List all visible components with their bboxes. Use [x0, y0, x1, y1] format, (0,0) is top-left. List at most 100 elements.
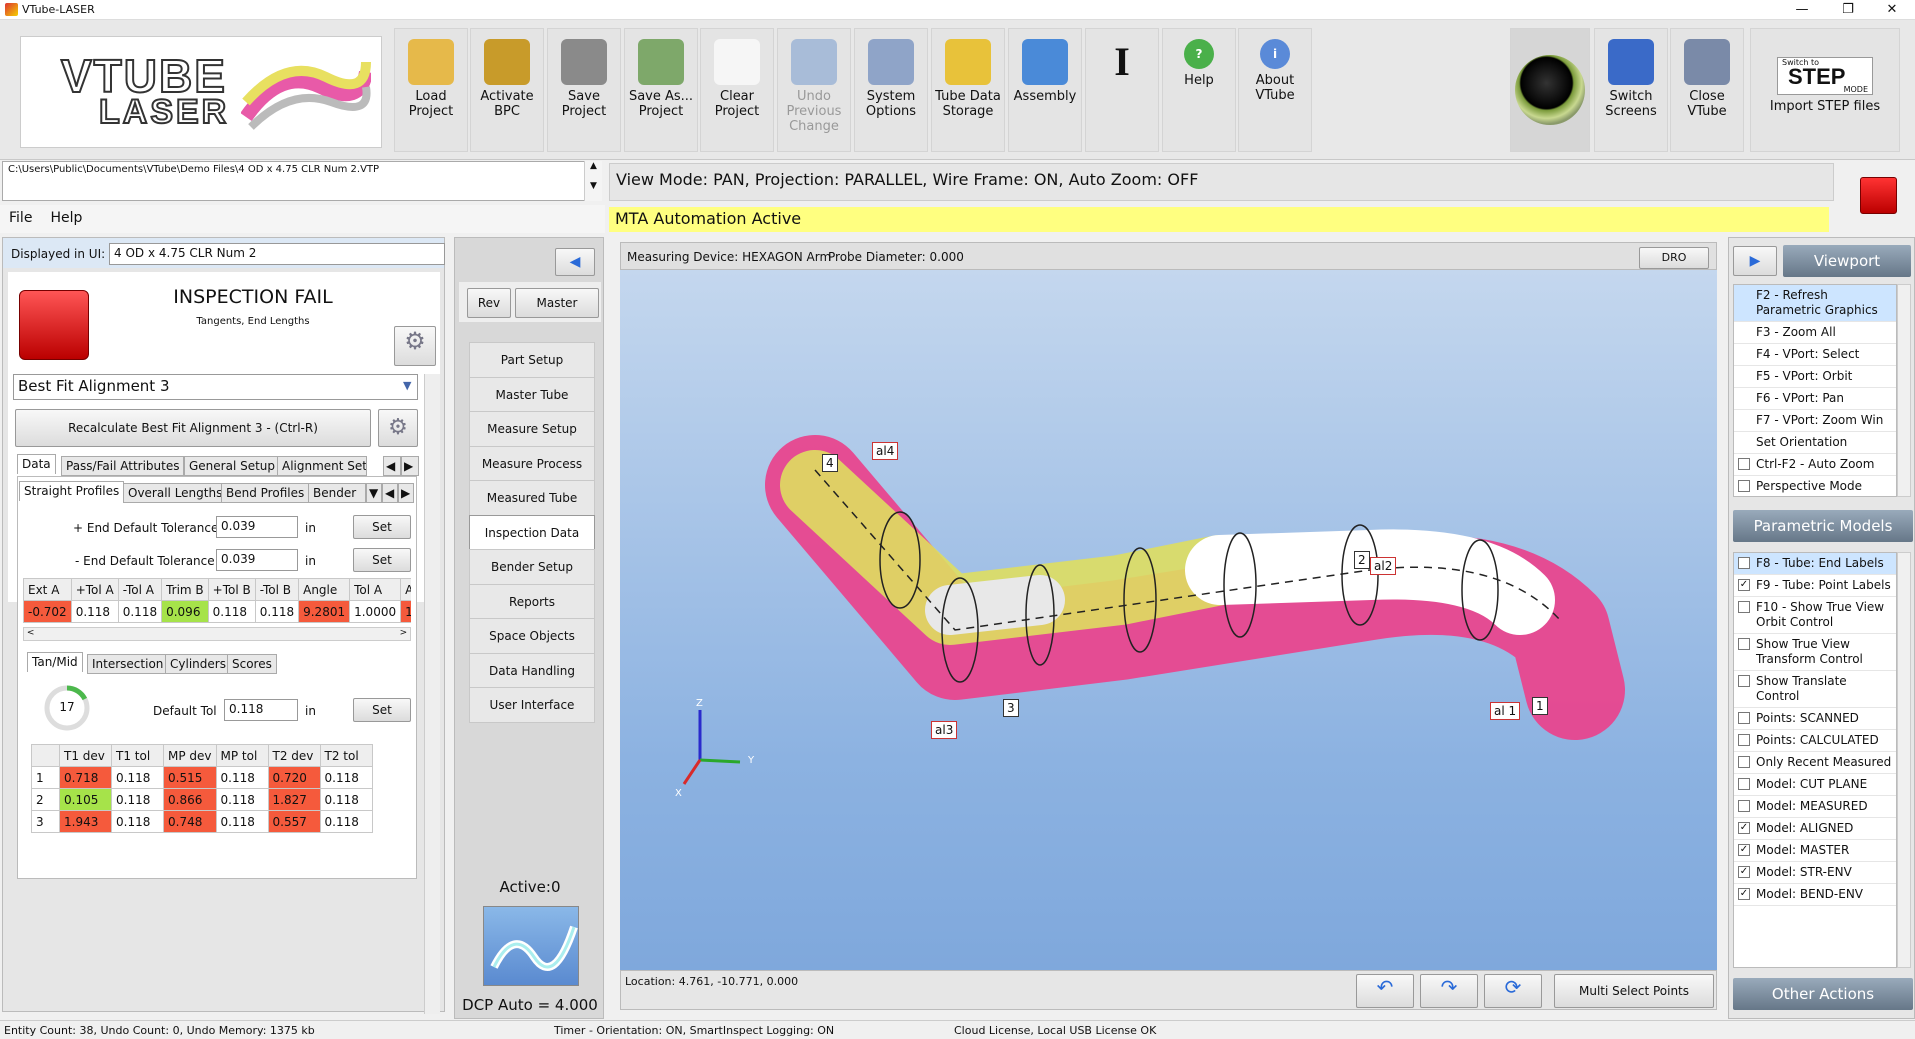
- stop-button[interactable]: [1860, 177, 1897, 214]
- dev-cell[interactable]: 0.748: [163, 810, 217, 833]
- checkbox[interactable]: [1738, 638, 1750, 650]
- dev-cell[interactable]: 2: [31, 788, 60, 811]
- tab-alignment-set[interactable]: Alignment Set: [277, 456, 367, 476]
- param-list-scrollbar[interactable]: [1897, 552, 1911, 968]
- checkbox[interactable]: ✓: [1738, 822, 1750, 834]
- checkbox[interactable]: [1738, 712, 1750, 724]
- list-item-f2-refresh-parametric-graphics[interactable]: F2 - Refresh Parametric Graphics: [1734, 285, 1896, 322]
- import-step-button[interactable]: Switch to STEP MODE Import STEP files: [1750, 28, 1900, 152]
- dev-cell[interactable]: 1.827: [267, 788, 321, 811]
- displayed-input[interactable]: 4 OD x 4.75 CLR Num 2: [109, 243, 445, 265]
- dev-cell[interactable]: 0.866: [163, 788, 217, 811]
- checkbox[interactable]: ✓: [1738, 579, 1750, 591]
- list-item-show-true-view-transform-control[interactable]: Show True View Transform Control: [1734, 634, 1896, 671]
- minus-tol-input[interactable]: 0.039: [216, 549, 298, 571]
- expand-button[interactable]: ▶: [1733, 246, 1777, 276]
- tab2-dropdown[interactable]: ▼: [366, 483, 382, 503]
- checkbox[interactable]: [1738, 734, 1750, 746]
- tab-cylinders[interactable]: Cylinders: [165, 654, 231, 674]
- measure-process-button[interactable]: Measure Process: [469, 445, 595, 482]
- load-project-button[interactable]: Load Project: [394, 28, 468, 152]
- alignment-select[interactable]: Best Fit Alignment 3: [13, 374, 418, 400]
- dro-button[interactable]: DRO: [1639, 247, 1709, 269]
- table-row[interactable]: 3 1.943 0.118 0.748 0.118 0.557 0.118: [31, 810, 373, 833]
- dev-cell[interactable]: 0.118: [111, 788, 164, 811]
- list-item-only-recent-measured[interactable]: Only Recent Measured: [1734, 752, 1896, 774]
- dev-cell[interactable]: 0.720: [267, 766, 321, 789]
- close-vtube-button[interactable]: Close VTube: [1670, 28, 1744, 152]
- dev-cell[interactable]: 0.118: [215, 766, 269, 789]
- end-cell[interactable]: 0.118: [70, 600, 119, 623]
- text-tool-button[interactable]: I: [1085, 28, 1159, 152]
- measured-tube-button[interactable]: Measured Tube: [469, 480, 595, 516]
- list-item-model-master[interactable]: ✓ Model: MASTER: [1734, 840, 1896, 862]
- master-tube-button[interactable]: Master Tube: [469, 376, 595, 413]
- checkbox[interactable]: [1738, 557, 1750, 569]
- rotate-right-button[interactable]: ↷: [1420, 974, 1478, 1008]
- point-label-1[interactable]: 1: [1532, 697, 1548, 715]
- master-button[interactable]: Master: [515, 288, 599, 318]
- list-item-points-scanned[interactable]: Points: SCANNED: [1734, 708, 1896, 730]
- list-item-ctrl-f2-auto-zoom[interactable]: Ctrl-F2 - Auto Zoom: [1734, 454, 1896, 476]
- point-label-2[interactable]: 2: [1354, 551, 1370, 569]
- list-item-set-orientation[interactable]: Set Orientation: [1734, 432, 1896, 454]
- reports-button[interactable]: Reports: [469, 583, 595, 620]
- probe-status-button[interactable]: [1510, 28, 1590, 152]
- end-table-scrollbar[interactable]: < >: [23, 627, 411, 641]
- dev-cell[interactable]: 0.118: [111, 766, 164, 789]
- dev-cell[interactable]: 0.118: [319, 766, 373, 789]
- status-settings-button[interactable]: ⚙: [394, 326, 436, 366]
- dev-cell[interactable]: 1: [31, 766, 60, 789]
- other-actions-header[interactable]: Other Actions: [1733, 978, 1913, 1010]
- checkbox[interactable]: ✓: [1738, 888, 1750, 900]
- tube-data-storage-button[interactable]: Tube Data Storage: [931, 28, 1005, 152]
- list-item-f10-show-true-view-orbit-control[interactable]: F10 - Show True View Orbit Control: [1734, 597, 1896, 634]
- end-cell[interactable]: 0.118: [254, 600, 300, 623]
- switch-screens-button[interactable]: Switch Screens: [1594, 28, 1668, 152]
- menu-file[interactable]: File: [0, 205, 41, 231]
- list-item-model-bend-env[interactable]: ✓ Model: BEND-ENV: [1734, 884, 1896, 906]
- end-cell[interactable]: 1.0000: [349, 600, 402, 623]
- minus-tol-set-button[interactable]: Set: [353, 548, 411, 572]
- list-item-f9-tube-point-labels[interactable]: ✓ F9 - Tube: Point Labels: [1734, 575, 1896, 597]
- close-window-button[interactable]: ✕: [1869, 0, 1915, 20]
- plus-tol-set-button[interactable]: Set: [353, 515, 411, 539]
- default-tol-set-button[interactable]: Set: [353, 698, 411, 722]
- bender-setup-button[interactable]: Bender Setup: [469, 549, 595, 585]
- list-item-f4-vport-select[interactable]: F4 - VPort: Select: [1734, 344, 1896, 366]
- activate-bpc-button[interactable]: Activate BPC: [470, 28, 544, 152]
- checkbox[interactable]: [1738, 756, 1750, 768]
- tab-general-setup[interactable]: General Setup: [184, 456, 281, 476]
- list-item-show-translate-control[interactable]: Show Translate Control: [1734, 671, 1896, 708]
- assembly-button[interactable]: Assembly: [1008, 28, 1082, 152]
- about-vtube-button[interactable]: i About VTube: [1238, 28, 1312, 152]
- checkbox[interactable]: [1738, 778, 1750, 790]
- tab-scores[interactable]: Scores: [227, 654, 277, 674]
- rotate-left-button[interactable]: ↶: [1356, 974, 1414, 1008]
- list-item-model-measured[interactable]: Model: MEASURED: [1734, 796, 1896, 818]
- recalc-settings-button[interactable]: ⚙: [378, 409, 418, 447]
- list-item-f8-tube-end-labels[interactable]: F8 - Tube: End Labels: [1734, 553, 1896, 575]
- checkbox[interactable]: [1738, 800, 1750, 812]
- menu-help[interactable]: Help: [41, 205, 91, 231]
- end-cell[interactable]: 0.118: [117, 600, 163, 623]
- list-item-points-calculated[interactable]: Points: CALCULATED: [1734, 730, 1896, 752]
- collapse-button[interactable]: ◀: [555, 248, 595, 276]
- rev-button[interactable]: Rev: [467, 288, 511, 318]
- point-label-al3[interactable]: al3: [931, 721, 958, 739]
- point-label-al4[interactable]: al4: [872, 442, 899, 460]
- plus-tol-input[interactable]: 0.039: [216, 516, 298, 538]
- point-label-3[interactable]: 3: [1003, 699, 1019, 717]
- end-cell[interactable]: 0.118: [207, 600, 256, 623]
- dev-cell[interactable]: 0.557: [267, 810, 321, 833]
- tab2-scroll-right[interactable]: ▶: [398, 483, 414, 503]
- left-scrollbar[interactable]: [424, 374, 440, 1014]
- path-scrollbar[interactable]: ▲ ▼: [584, 161, 602, 201]
- dev-cell[interactable]: 3: [31, 810, 60, 833]
- list-item-f7-vport-zoom-win[interactable]: F7 - VPort: Zoom Win: [1734, 410, 1896, 432]
- tab-intersection[interactable]: Intersection: [87, 654, 169, 674]
- end-cell[interactable]: 9.2801: [298, 600, 351, 623]
- tab-bend-profiles[interactable]: Bend Profiles: [221, 483, 310, 503]
- tab-straight-profiles[interactable]: Straight Profiles: [19, 481, 125, 501]
- point-label-al2[interactable]: al2: [1370, 557, 1397, 575]
